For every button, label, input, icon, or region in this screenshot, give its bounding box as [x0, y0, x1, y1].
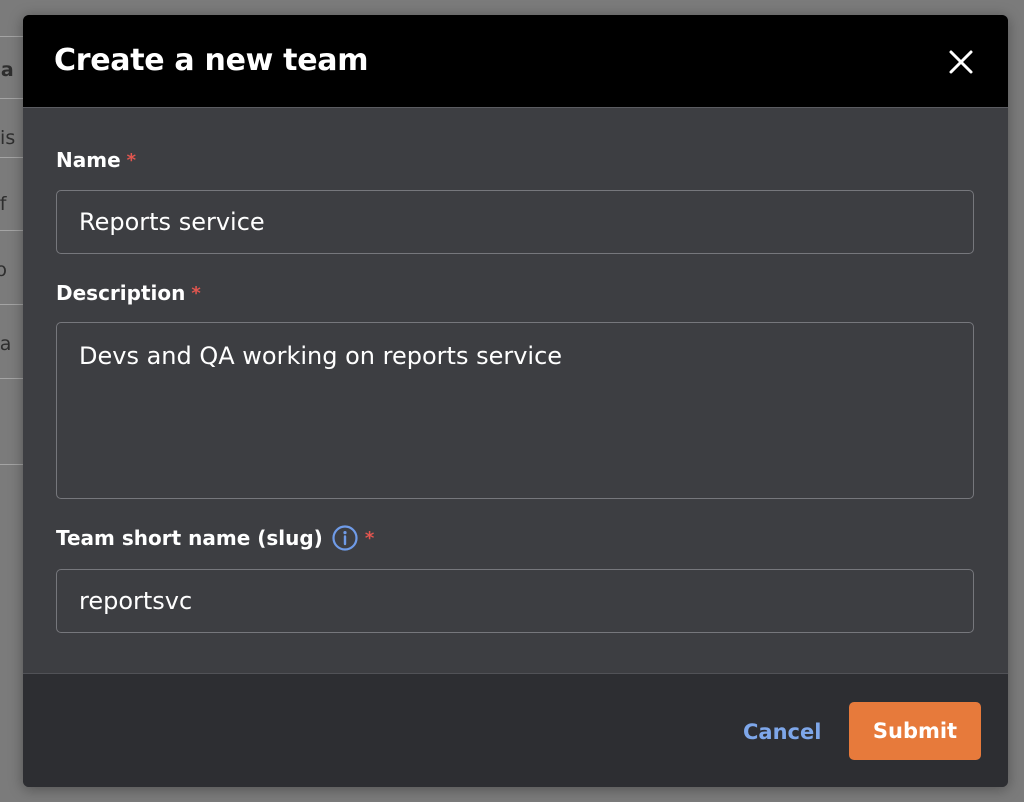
close-button[interactable] [947, 48, 975, 76]
submit-button[interactable]: Submit [849, 702, 981, 760]
name-label: Name [56, 148, 121, 172]
description-label-row: Description * [56, 281, 201, 305]
info-icon[interactable] [331, 524, 359, 552]
required-marker: * [126, 149, 137, 171]
required-marker: * [191, 282, 201, 304]
dialog-header: Create a new team [23, 15, 1008, 108]
description-label: Description [56, 281, 186, 305]
team-description-textarea[interactable]: Devs and QA working on reports service [56, 322, 974, 499]
create-team-dialog: Create a new team Name * Description * D… [23, 15, 1008, 787]
team-slug-input[interactable] [56, 569, 974, 633]
slug-label-row: Team short name (slug) * [56, 524, 374, 552]
team-name-input[interactable] [56, 190, 974, 254]
slug-label: Team short name (slug) [56, 526, 323, 550]
name-label-row: Name * [56, 148, 136, 172]
dialog-title: Create a new team [54, 43, 369, 78]
required-marker: * [364, 527, 375, 549]
dialog-footer: Cancel Submit [23, 673, 1008, 787]
close-icon [949, 50, 973, 74]
cancel-button[interactable]: Cancel [735, 714, 829, 750]
